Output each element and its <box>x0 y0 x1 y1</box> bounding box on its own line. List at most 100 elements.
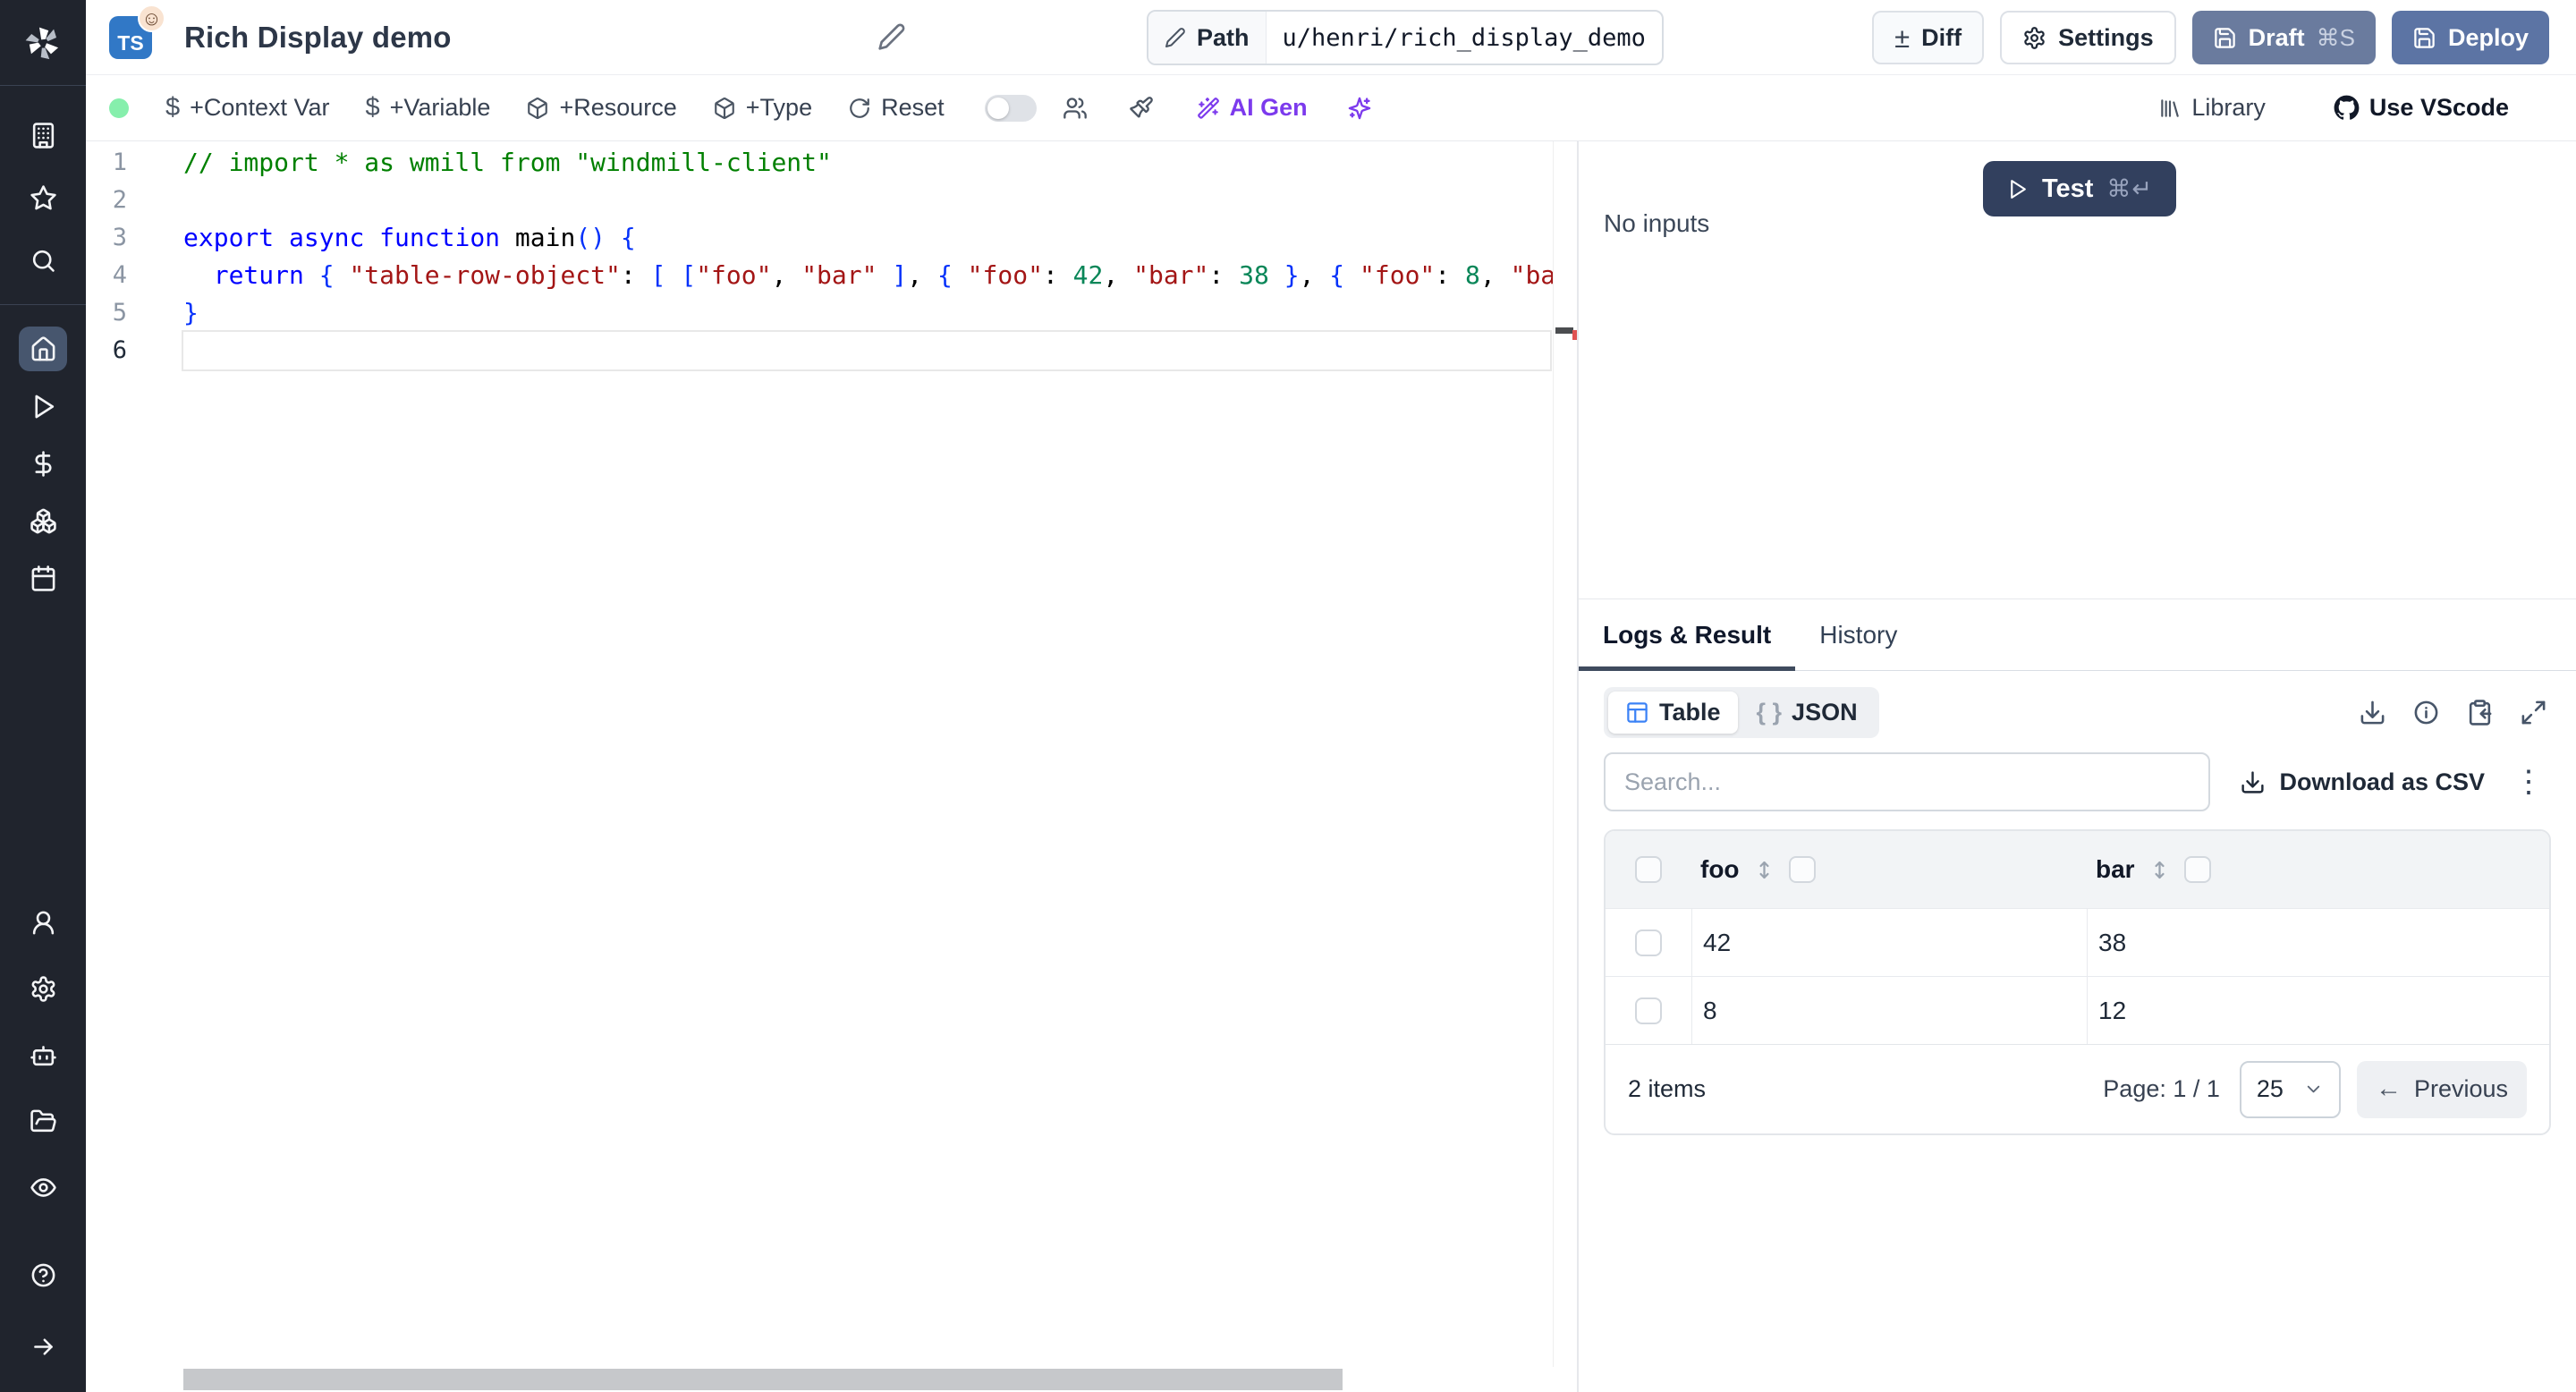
view-pill-json[interactable]: { }JSON <box>1740 692 1875 734</box>
previous-label: Previous <box>2414 1075 2508 1103</box>
expand-icon[interactable] <box>2520 699 2547 726</box>
add-variable-button[interactable]: $ +Variable <box>350 83 505 133</box>
view-pill-label: JSON <box>1792 699 1858 726</box>
page-title: Rich Display demo <box>184 21 452 55</box>
sidebar-item-home[interactable] <box>19 327 67 371</box>
download-csv-button[interactable]: Download as CSV <box>2240 768 2485 796</box>
settings-icon <box>30 975 57 1003</box>
sidebar-item-calendar[interactable] <box>19 556 67 600</box>
kebab-menu[interactable]: ⋮ <box>2513 767 2544 797</box>
previous-page-button[interactable]: ← Previous <box>2357 1061 2527 1118</box>
line-number: 6 <box>86 332 148 369</box>
user-icon <box>30 909 57 937</box>
page-size-select[interactable]: 25 <box>2240 1061 2341 1118</box>
sidebar-item-search[interactable] <box>19 238 67 283</box>
format-button[interactable] <box>1119 83 1164 133</box>
sidebar-item-play[interactable] <box>19 384 67 429</box>
code-line-4[interactable]: 4 return { "table-row-object": [ ["foo",… <box>86 257 1577 294</box>
help-icon <box>30 1261 57 1289</box>
code-line-1[interactable]: 1// import * as wmill from "windmill-cli… <box>86 144 1577 182</box>
view-pill-table[interactable]: Table <box>1608 692 1738 734</box>
sidebar-item-arrow-right[interactable] <box>19 1324 67 1369</box>
code-line-3[interactable]: 3 export async function main() { <box>86 219 1577 257</box>
paintbrush-icon <box>1129 96 1154 121</box>
sidebar-footer-group <box>19 1252 67 1369</box>
use-vscode-button[interactable]: Use VScode <box>2318 83 2524 133</box>
top-header: TS Rich Display demo Path u/henri/rich_d… <box>86 0 2576 75</box>
clipboard-copy-icon[interactable] <box>2466 699 2494 726</box>
sidebar-item-folder-open[interactable] <box>19 1099 67 1143</box>
overview-ruler[interactable] <box>1553 141 1577 1367</box>
code-text: export async function main() { <box>183 219 1550 257</box>
library-button[interactable]: Library <box>2143 83 2281 133</box>
table-icon <box>1625 700 1649 725</box>
sidebar-item-building[interactable] <box>19 113 67 157</box>
search-input[interactable] <box>1604 752 2210 811</box>
column-header-bar: bar <box>2087 855 2549 884</box>
ai-gen-button[interactable]: AI Gen <box>1182 83 1323 133</box>
sidebar-item-settings[interactable] <box>19 966 67 1011</box>
column-options-box[interactable] <box>1789 856 1816 883</box>
tab-logs-result[interactable]: Logs & Result <box>1579 599 1795 670</box>
package-icon <box>526 97 549 120</box>
row-checkbox[interactable] <box>1635 997 1662 1024</box>
sort-icon[interactable] <box>2148 858 2172 882</box>
horizontal-scrollbar[interactable] <box>183 1369 1343 1390</box>
calendar-icon <box>30 564 57 592</box>
settings-button-label: Settings <box>2058 24 2154 52</box>
line-number: 1 <box>86 144 148 182</box>
add-type-button[interactable]: +Type <box>698 83 827 133</box>
chevron-down-icon <box>2303 1079 2324 1099</box>
sidebar-item-star[interactable] <box>19 175 67 220</box>
test-button[interactable]: Test ⌘↵ <box>1983 161 2176 216</box>
reset-button[interactable]: Reset <box>833 83 960 133</box>
folder-open-icon <box>30 1108 57 1135</box>
typescript-badge-label: TS <box>117 31 143 55</box>
table-header-row: foo bar <box>1606 831 2549 908</box>
edit-summary-pencil-icon[interactable] <box>877 22 906 51</box>
sidebar-item-dollar[interactable] <box>19 441 67 486</box>
draft-button[interactable]: Draft ⌘S <box>2192 11 2376 64</box>
add-context-var-button[interactable]: $ +Context Var <box>150 83 344 133</box>
column-options-box[interactable] <box>2184 856 2211 883</box>
result-toolbar-icons <box>2359 699 2551 726</box>
code-line-2[interactable]: 2 <box>86 182 1577 219</box>
download-csv-label: Download as CSV <box>2279 768 2485 796</box>
sidebar-item-eye[interactable] <box>19 1165 67 1210</box>
code-line-6[interactable]: 6 <box>86 332 1577 369</box>
table-cell: 42 <box>1691 909 2087 976</box>
download-icon[interactable] <box>2359 699 2386 726</box>
draft-shortcut: ⌘S <box>2317 24 2355 52</box>
deploy-button[interactable]: Deploy <box>2392 11 2549 64</box>
select-all-checkbox[interactable] <box>1635 856 1662 883</box>
diff-button[interactable]: ± Diff <box>1872 11 1984 64</box>
dollar-icon: $ <box>165 93 180 123</box>
windmill-logo[interactable] <box>0 0 86 86</box>
sidebar-item-bot[interactable] <box>19 1032 67 1077</box>
sidebar-item-user[interactable] <box>19 900 67 945</box>
header-left: TS Rich Display demo <box>109 0 452 75</box>
rotate-cw-icon <box>848 97 871 120</box>
sidebar-item-help[interactable] <box>19 1252 67 1297</box>
multiplayer-button[interactable] <box>1053 83 1097 133</box>
info-icon[interactable] <box>2412 699 2440 726</box>
add-resource-button[interactable]: +Resource <box>511 83 691 133</box>
code-line-5[interactable]: 5} <box>86 294 1577 332</box>
assistant-toggle[interactable] <box>985 95 1037 122</box>
code-text <box>183 332 1550 369</box>
path-widget[interactable]: Path u/henri/rich_display_demo <box>1147 10 1664 65</box>
column-label: foo <box>1700 855 1740 884</box>
row-checkbox[interactable] <box>1635 929 1662 956</box>
line-number: 3 <box>86 219 148 257</box>
sort-icon[interactable] <box>1752 858 1776 882</box>
add-resource-label: +Resource <box>559 94 676 122</box>
settings-button[interactable]: Settings <box>2000 11 2176 64</box>
tab-history[interactable]: History <box>1795 599 1921 670</box>
test-button-label: Test <box>2042 174 2093 204</box>
table-cell: 8 <box>1691 977 2087 1044</box>
bot-icon <box>30 1041 57 1069</box>
sidebar-item-boxes[interactable] <box>19 498 67 543</box>
users-icon <box>1063 96 1088 121</box>
code-editor[interactable]: 1// import * as wmill from "windmill-cli… <box>86 141 1577 1392</box>
ai-sparkles-button[interactable] <box>1337 83 1382 133</box>
